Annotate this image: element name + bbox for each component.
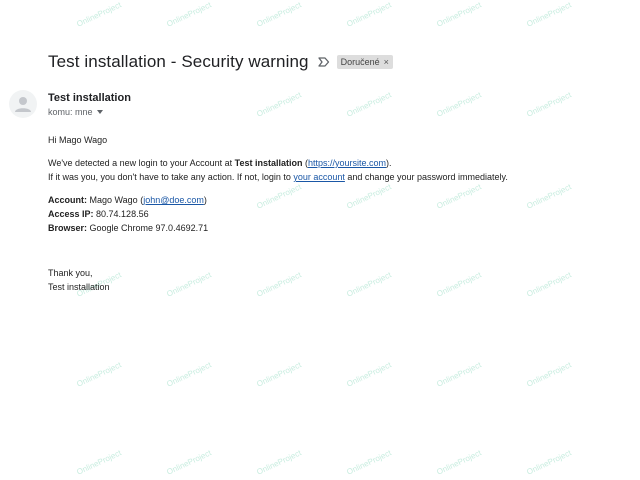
account-email-link[interactable]: john@doe.com: [143, 195, 204, 205]
para2-prefix: If it was you, you don't have to take an…: [48, 172, 294, 182]
watermark: OnlineProject: [345, 0, 393, 29]
watermark: OnlineProject: [345, 360, 393, 389]
watermark: OnlineProject: [165, 360, 213, 389]
watermark: OnlineProject: [255, 182, 303, 211]
watermark: OnlineProject: [525, 182, 573, 211]
watermark: OnlineProject: [435, 0, 483, 29]
watermark: OnlineProject: [75, 448, 123, 477]
recipient-details[interactable]: komu: mne: [48, 107, 103, 117]
watermark: OnlineProject: [525, 448, 573, 477]
account-close: ): [203, 195, 207, 205]
site-link[interactable]: https://yoursite.com: [308, 158, 386, 168]
watermark: OnlineProject: [255, 360, 303, 389]
watermark: OnlineProject: [435, 182, 483, 211]
para1-close: ).: [386, 158, 392, 168]
watermark: OnlineProject: [435, 90, 483, 119]
para1-prefix: We've detected a new login to your Accou…: [48, 158, 235, 168]
watermark: OnlineProject: [525, 270, 573, 299]
watermark: OnlineProject: [255, 270, 303, 299]
caret-down-icon[interactable]: [96, 110, 103, 114]
person-avatar-icon[interactable]: [9, 90, 37, 118]
watermark: OnlineProject: [255, 448, 303, 477]
watermark: OnlineProject: [75, 360, 123, 389]
watermark: OnlineProject: [345, 448, 393, 477]
closing-signature: Test installation: [48, 282, 110, 292]
account-line: Account: Mago Wago (john@doe.com): [48, 195, 207, 205]
watermark: OnlineProject: [255, 0, 303, 29]
inbox-label-chip[interactable]: Doručené ×: [336, 55, 393, 69]
watermark: OnlineProject: [165, 0, 213, 29]
watermark: OnlineProject: [345, 90, 393, 119]
watermark: OnlineProject: [255, 90, 303, 119]
account-link[interactable]: your account: [293, 172, 345, 182]
watermark: OnlineProject: [75, 0, 123, 29]
watermark: OnlineProject: [345, 270, 393, 299]
watermark: OnlineProject: [525, 0, 573, 29]
watermark: OnlineProject: [525, 360, 573, 389]
ip-value: 80.74.128.56: [93, 209, 149, 219]
closing-thanks: Thank you,: [48, 268, 93, 278]
browser-label: Browser:: [48, 223, 88, 233]
para2-suffix: and change your password immediately.: [344, 172, 508, 182]
browser-line: Browser: Google Chrome 97.0.4692.71: [48, 223, 208, 233]
remove-label-icon[interactable]: ×: [384, 57, 389, 67]
watermark: OnlineProject: [435, 448, 483, 477]
ip-label: Access IP:: [48, 209, 94, 219]
watermark: OnlineProject: [345, 182, 393, 211]
subject-row: Test installation - Security warning Dor…: [48, 50, 393, 74]
body-paragraph-1: We've detected a new login to your Accou…: [48, 158, 392, 168]
importance-marker-icon[interactable]: [317, 55, 331, 69]
browser-value: Google Chrome 97.0.4692.71: [87, 223, 209, 233]
ip-line: Access IP: 80.74.128.56: [48, 209, 149, 219]
site-name: Test installation: [234, 158, 303, 168]
watermark: OnlineProject: [165, 270, 213, 299]
watermark: OnlineProject: [435, 360, 483, 389]
email-subject: Test installation - Security warning: [48, 52, 309, 71]
sender-name[interactable]: Test installation: [48, 92, 131, 104]
inbox-label-text: Doručené: [340, 57, 380, 67]
recipient-line: komu: mne: [48, 107, 93, 117]
watermark: OnlineProject: [525, 90, 573, 119]
body-paragraph-2: If it was you, you don't have to take an…: [48, 172, 508, 182]
account-name: Mago Wago (: [87, 195, 144, 205]
watermark: OnlineProject: [165, 448, 213, 477]
watermark: OnlineProject: [435, 270, 483, 299]
greeting: Hi Mago Wago: [48, 135, 108, 145]
account-label: Account:: [48, 195, 87, 205]
